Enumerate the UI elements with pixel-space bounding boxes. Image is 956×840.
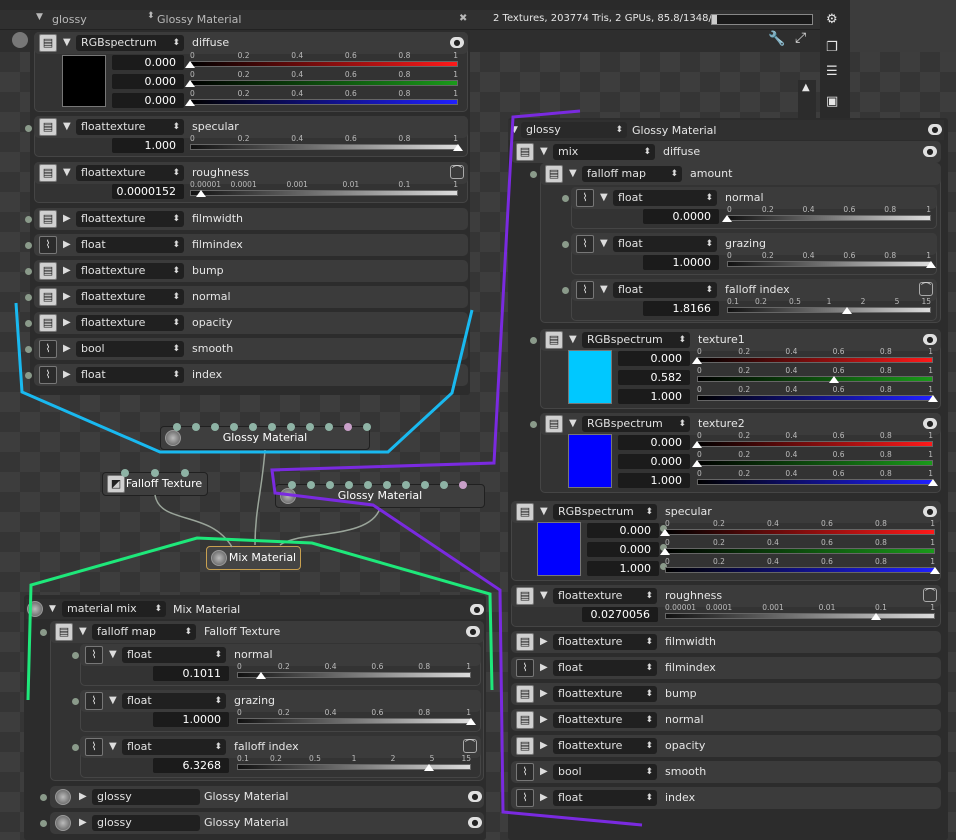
cyan-outline	[14, 302, 474, 454]
green-outline	[26, 536, 494, 701]
annotation-outlines	[14, 109, 643, 827]
purple-outline	[270, 109, 643, 827]
